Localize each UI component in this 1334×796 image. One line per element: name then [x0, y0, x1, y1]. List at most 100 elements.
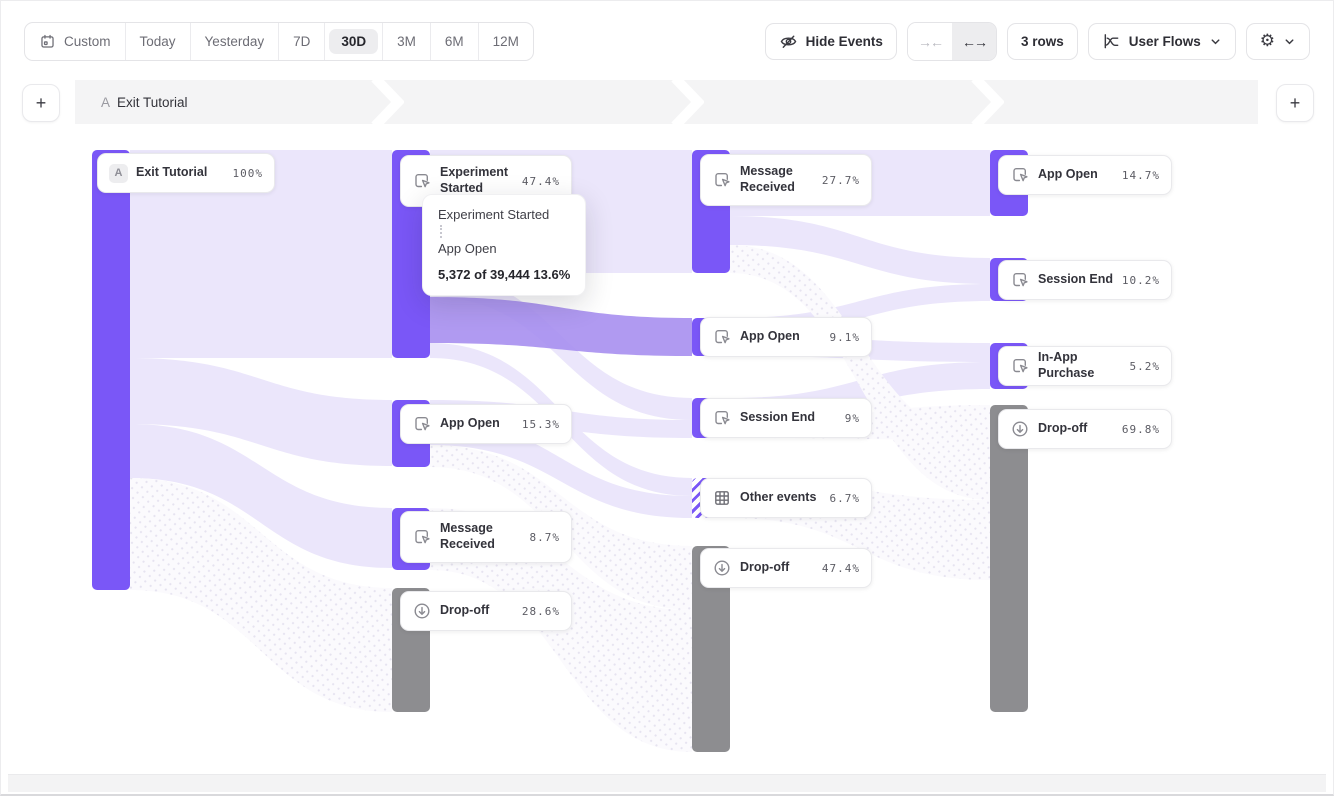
add-step-left-button[interactable]: + [22, 84, 60, 122]
flow-node-drop-off[interactable]: Drop-off 28.6% [400, 591, 572, 631]
hide-events-button[interactable]: Hide Events [765, 23, 897, 60]
date-range-30d[interactable]: 30D [325, 23, 383, 60]
flow-node-percentage: 69.8% [1122, 423, 1160, 436]
flow-node-in-app-purchase[interactable]: In-App Purchase5.2% [998, 346, 1172, 386]
expand-arrows-icon: ←→ [962, 34, 986, 50]
flow-node-label: In-App Purchase [1038, 350, 1122, 381]
gear-icon: ⚙ [1260, 33, 1275, 50]
date-range-3m[interactable]: 3M [383, 23, 431, 60]
flow-node-label: Drop-off [440, 603, 514, 619]
flow-link-tooltip: Experiment Started App Open 5,372 of 39,… [422, 194, 586, 296]
flow-ribbon-highlighted[interactable] [430, 297, 692, 356]
tooltip-stat: 5,372 of 39,444 13.6% [438, 267, 570, 282]
plus-icon: + [36, 93, 47, 114]
flow-bar-dropoff[interactable] [990, 405, 1028, 712]
settings-dropdown[interactable]: ⚙ [1246, 23, 1310, 60]
step-chevron-separator [670, 80, 704, 124]
flow-node-percentage: 27.7% [822, 174, 860, 187]
drop-off-icon [1010, 419, 1030, 439]
date-range-group: Custom Today Yesterday 7D 30D 3M 6M 12M [24, 22, 534, 61]
flow-node-label: Experiment Started [440, 165, 514, 196]
rows-button[interactable]: 3 rows [1007, 23, 1078, 60]
step-letter-badge: A [109, 164, 128, 183]
date-range-label: Custom [64, 34, 111, 49]
event-click-icon [412, 527, 432, 547]
flow-node-percentage: 9.1% [830, 331, 861, 344]
event-click-icon [412, 414, 432, 434]
chevron-down-icon [1209, 35, 1222, 48]
collapse-columns-button[interactable]: →← [908, 23, 952, 60]
date-range-custom[interactable]: Custom [25, 23, 126, 60]
flow-node-percentage: 6.7% [830, 492, 861, 505]
event-click-icon [712, 170, 732, 190]
flow-node-label: Session End [1038, 272, 1114, 288]
flow-node-message-received[interactable]: Message Received8.7% [400, 511, 572, 563]
drop-off-icon [412, 601, 432, 621]
event-click-icon [1010, 356, 1030, 376]
flow-node-session-end[interactable]: Session End10.2% [998, 260, 1172, 300]
date-range-label: 3M [397, 34, 416, 49]
flow-node-percentage: 47.4% [822, 562, 860, 575]
flow-node-message-received[interactable]: Message Received27.7% [700, 154, 872, 206]
add-step-right-button[interactable]: + [1276, 84, 1314, 122]
flow-node-percentage: 28.6% [522, 605, 560, 618]
flow-node-percentage: 9% [845, 412, 860, 425]
toolbar-right-group: Hide Events →← ←→ 3 rows User Flows ⚙ [765, 22, 1310, 61]
flow-node-label: App Open [440, 416, 514, 432]
flow-node-percentage: 15.3% [522, 418, 560, 431]
date-range-6m[interactable]: 6M [431, 23, 479, 60]
flow-node-drop-off[interactable]: Drop-off 69.8% [998, 409, 1172, 449]
event-click-icon [1010, 270, 1030, 290]
collapse-arrows-icon: →← [918, 34, 942, 50]
event-click-icon [712, 327, 732, 347]
step-label[interactable]: A Exit Tutorial [101, 80, 188, 124]
date-range-yesterday[interactable]: Yesterday [191, 23, 280, 60]
tooltip-source-event: Experiment Started [438, 207, 570, 222]
event-click-icon [712, 408, 732, 428]
event-click-icon [412, 171, 432, 191]
flow-node-app-open[interactable]: App Open 15.3% [400, 404, 572, 444]
date-range-label: 7D [293, 34, 310, 49]
drop-off-icon [712, 558, 732, 578]
steps-band: A Exit Tutorial [75, 80, 1258, 124]
other-events-grid-icon [712, 488, 732, 508]
toolbar: Custom Today Yesterday 7D 30D 3M 6M 12M Hide Ev… [24, 23, 1310, 60]
date-range-label: 6M [445, 34, 464, 49]
date-range-7d[interactable]: 7D [279, 23, 325, 60]
flow-node-drop-off[interactable]: Drop-off 47.4% [700, 548, 872, 588]
date-range-today[interactable]: Today [126, 23, 191, 60]
flow-node-app-open[interactable]: App Open 9.1% [700, 317, 872, 357]
calendar-icon [39, 33, 56, 50]
flow-node-label: Drop-off [740, 560, 814, 576]
step-chevron-separator [970, 80, 1004, 124]
rows-label: 3 rows [1021, 34, 1064, 49]
flow-node-percentage: 47.4% [522, 175, 560, 188]
expand-columns-button[interactable]: ←→ [952, 23, 996, 60]
spacing-segmented-control: →← ←→ [907, 22, 997, 61]
flow-node-app-open[interactable]: App Open 14.7% [998, 155, 1172, 195]
steps-bar: + A Exit Tutorial + [0, 80, 1334, 124]
event-click-icon [1010, 165, 1030, 185]
flow-node-exit-tutorial[interactable]: AExit Tutorial100% [97, 153, 275, 193]
date-range-label: Yesterday [205, 34, 265, 49]
flow-node-percentage: 100% [233, 167, 264, 180]
flow-node-percentage: 14.7% [1122, 169, 1160, 182]
chart-type-label: User Flows [1129, 34, 1201, 49]
chart-type-dropdown[interactable]: User Flows [1088, 23, 1236, 60]
step-letter: A [101, 95, 110, 110]
eye-off-icon [779, 32, 798, 51]
flow-bar-purple[interactable] [92, 150, 130, 590]
date-range-12m[interactable]: 12M [479, 23, 533, 60]
plus-icon: + [1290, 93, 1301, 114]
horizontal-scrollbar-track[interactable] [8, 774, 1326, 792]
flow-node-label: Drop-off [1038, 421, 1114, 437]
flow-node-label: Session End [740, 410, 837, 426]
tooltip-connector [440, 225, 442, 238]
tooltip-target-event: App Open [438, 241, 570, 256]
flow-node-session-end[interactable]: Session End 9% [700, 398, 872, 438]
flow-node-label: App Open [1038, 167, 1114, 183]
flow-node-label: Message Received [440, 521, 522, 552]
date-range-label: Today [140, 34, 176, 49]
flow-node-other-events[interactable]: Other events6.7% [700, 478, 872, 518]
flow-node-label: App Open [740, 329, 822, 345]
